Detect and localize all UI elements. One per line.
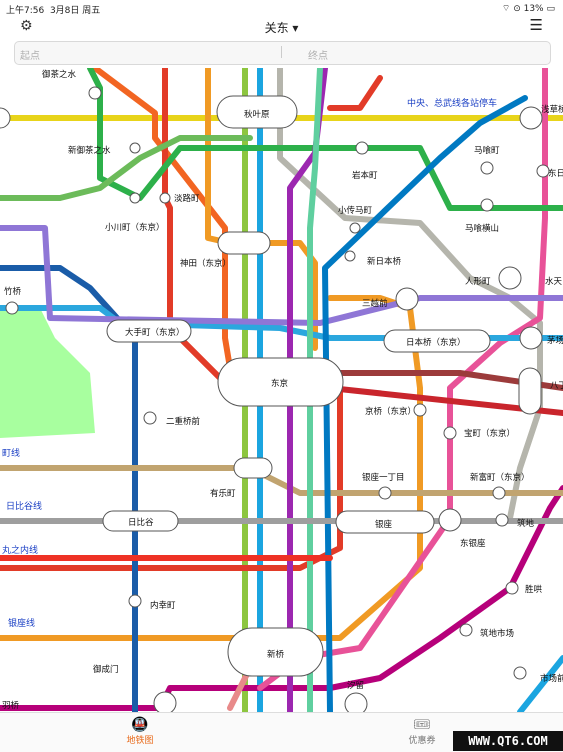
station-shiodome-dot xyxy=(345,693,367,712)
station-takaracho-dot xyxy=(444,427,456,439)
station-kayabacho-dot xyxy=(520,327,542,349)
park-area xyxy=(0,308,95,438)
line-chiyoda xyxy=(90,68,563,208)
from-station-input[interactable]: 起点 xyxy=(20,47,40,62)
station-takebashi-dot xyxy=(6,302,18,314)
label-kyobashi: 京桥（东京） xyxy=(365,406,416,417)
label-kachidoki: 胜哄 xyxy=(525,584,543,595)
station-bakurocho-dot xyxy=(481,162,493,174)
station-kachidoki-dot xyxy=(506,582,518,594)
label-kanda: 神田（东京） xyxy=(180,258,231,269)
station-hatchobori-capsule xyxy=(519,368,541,414)
label-uchisaiwaicho: 内幸町 xyxy=(150,600,176,611)
station-iwamotocho-dot xyxy=(356,142,368,154)
station-shinnihonbashi-dot xyxy=(345,251,355,261)
label-takebashi: 竹桥 xyxy=(4,286,22,297)
label-higashinihon: 东日 xyxy=(548,168,563,179)
station-jimbocho-dot xyxy=(0,108,10,128)
label-hibiya: 日比谷 xyxy=(128,517,154,528)
station-ochanomizu-dot xyxy=(89,87,101,99)
label-otemachi: 大手町（东京） xyxy=(125,327,185,338)
line-bottom-blue xyxy=(520,658,563,712)
label-shinochanomizu: 新御茶之水 xyxy=(68,145,111,156)
label-shinnihonbashi: 新日本桥 xyxy=(367,256,402,267)
label-ginza: 银座 xyxy=(375,519,393,530)
route-search-bar[interactable]: 起点 终点 xyxy=(14,41,551,65)
station-shintomicho-dot xyxy=(493,487,505,499)
line-label-marunouchi: 丸之内线 xyxy=(2,544,38,556)
to-station-input[interactable]: 终点 xyxy=(308,47,328,62)
line-label-hibiya: 日比谷线 xyxy=(6,500,42,512)
subway-map[interactable]: 御茶之水 秋叶原 新御茶之水 淡路町 小川町（东京） 岩本町 小传马町 新日本桥… xyxy=(0,68,563,712)
label-asakusabashi: 浅草桥 xyxy=(541,104,563,115)
label-mitsukoshimae: 三越前 xyxy=(362,298,388,309)
tab-subway-map[interactable]: 🚇 地铁图 xyxy=(90,717,190,746)
label-takaracho: 宝町（东京） xyxy=(464,428,515,439)
hamburger-icon[interactable]: ☰ xyxy=(530,16,543,34)
line-label-tozai: 町线 xyxy=(2,447,20,459)
label-kayabacho: 茅场 xyxy=(547,335,563,346)
label-tsukiji: 筑地 xyxy=(517,518,535,529)
label-shiodome: 汐留 xyxy=(347,680,364,691)
label-nijubashimae: 二重桥前 xyxy=(166,416,201,427)
label-shimbashi: 新桥 xyxy=(267,649,285,660)
station-ogawamachi-dot xyxy=(130,193,140,203)
station-yurakucho-capsule xyxy=(234,458,272,478)
label-higashiginza: 东银座 xyxy=(460,538,486,549)
station-tsukijishijo-dot xyxy=(460,624,472,636)
line-red-top xyxy=(330,78,380,108)
wifi-icon: ⌔ xyxy=(502,4,510,14)
station-kanda-capsule xyxy=(218,232,270,254)
label-bakuroyokoyama: 马喰横山 xyxy=(465,223,499,234)
label-shintomicho: 新富町（东京） xyxy=(470,472,530,483)
station-ginza1-dot xyxy=(379,487,391,499)
label-bakurocho: 马喰町 xyxy=(474,145,500,156)
station-awajicho-dot xyxy=(160,193,170,203)
station-uchisaiwaicho-dot xyxy=(129,595,141,607)
status-bar: 上午7:56 3月8日 周五 ⌔ ⊙ 13% ▭ xyxy=(0,0,563,16)
station-kodemmacho-dot xyxy=(350,223,360,233)
station-nijubashi-dot xyxy=(144,412,156,424)
label-nihonbashi: 日本桥（东京） xyxy=(406,337,466,348)
label-iwamotocho: 岩本町 xyxy=(352,170,378,181)
label-suitengu: 水天 xyxy=(545,276,563,287)
station-onarimon-dot xyxy=(154,692,176,712)
caret-down-icon: ▾ xyxy=(292,21,298,35)
region-selector[interactable]: 关东 ▾ xyxy=(0,19,563,36)
station-asakusabashi-dot xyxy=(520,107,542,129)
station-shinochanomizu-dot xyxy=(130,143,140,153)
label-ginza1: 银座一丁目 xyxy=(362,472,405,483)
watermark: WWW.QT6.COM xyxy=(453,731,563,751)
label-yurakucho: 有乐町 xyxy=(210,488,236,499)
line-label-chuo-sobu: 中央、总武线各站停车 xyxy=(407,97,497,109)
station-mitsukoshimae-dot xyxy=(396,288,418,310)
status-time: 上午7:56 3月8日 周五 xyxy=(6,3,100,16)
station-ningyocho-dot xyxy=(499,267,521,289)
label-awajicho: 淡路町 xyxy=(174,193,200,204)
label-ochanomizu: 御茶之水 xyxy=(42,69,77,80)
search-divider xyxy=(281,46,282,58)
status-battery: ⌔ ⊙ 13% ▭ xyxy=(502,3,555,14)
train-icon: 🚇 xyxy=(90,717,190,733)
label-ningyocho: 人形町 xyxy=(465,277,491,287)
station-shijomae-dot xyxy=(514,667,526,679)
station-tsukiji-dot xyxy=(496,514,508,526)
label-shibakoen: 羽桥 xyxy=(2,700,20,711)
line-label-ginza: 银座线 xyxy=(8,617,35,629)
label-tokyo: 东京 xyxy=(271,378,288,389)
label-kodemmacho: 小传马町 xyxy=(338,205,373,216)
label-hatchobori: 八丁 xyxy=(550,381,563,391)
station-higashiginza-dot xyxy=(439,509,461,531)
nav-bar: ⚙ 关东 ▾ ☰ xyxy=(0,16,563,38)
label-onarimon: 御成门 xyxy=(93,664,119,675)
label-shijomae: 市场前 xyxy=(540,673,563,684)
label-tsukijishijo: 筑地市场 xyxy=(480,628,514,639)
label-akihabara: 秋叶原 xyxy=(244,109,270,120)
station-bakuroyokoyama-dot xyxy=(481,199,493,211)
label-ogawamachi: 小川町（东京） xyxy=(105,222,165,233)
